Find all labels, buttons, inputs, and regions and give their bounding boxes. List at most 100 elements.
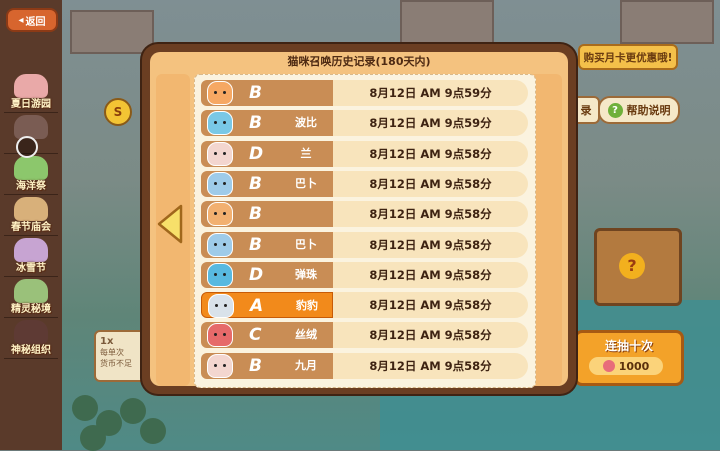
cat-cell: D兰: [201, 140, 333, 167]
summon-time: 8月12日 AM 9点58分: [333, 261, 528, 288]
sidebar-item-label: 精灵秘境: [11, 304, 51, 315]
sidebar-item-spirit-realm[interactable]: 精灵秘境: [4, 277, 58, 318]
ten-draw-label: 连抽十次: [604, 339, 653, 353]
tree: [72, 395, 98, 421]
help-label: 帮助说明: [626, 104, 671, 117]
floating-touch-icon[interactable]: [16, 136, 38, 158]
previous-page-arrow-icon[interactable]: [157, 204, 183, 244]
tree: [80, 425, 106, 451]
summon-time: 8月12日 AM 9点58分: [333, 352, 528, 379]
dialog-title: 猫咪召唤历史记录(180天内): [287, 55, 431, 68]
single-draw-note-line1: 每单次: [100, 348, 124, 357]
summon-time: 8月12日 AM 9点58分: [333, 322, 528, 349]
tree: [140, 418, 166, 444]
summon-time: 8月12日 AM 9点58分: [333, 170, 528, 197]
cat-avatar-icon: [208, 294, 234, 319]
cat-cell: D 弹珠: [201, 261, 333, 288]
rarity-grade: B: [249, 173, 262, 194]
building: [70, 10, 154, 54]
currency-icon: [602, 360, 615, 372]
cat-name: 兰: [300, 146, 312, 160]
ten-draw-cost-value: 1000: [618, 359, 650, 373]
record-button-peek[interactable]: 录: [572, 96, 600, 124]
ten-draw-cost: 1000: [589, 357, 663, 375]
cat-name: 巴卜: [295, 237, 317, 251]
cat-avatar-icon: [207, 262, 233, 287]
cat-name: 巴卜: [295, 176, 317, 190]
rarity-grade: B: [249, 204, 262, 225]
history-list[interactable]: B 8月12日 AM 9点59分 B 波比 8月12日 AM 9点59分 D 兰 8月12日 …: [194, 74, 536, 388]
cat-avatar-icon: [207, 323, 233, 348]
mystery-box-icon: ?: [594, 228, 682, 306]
rarity-grade: A: [250, 296, 264, 317]
dialog-body: 猫咪召唤历史记录(180天内) B 8月12日 AM 9点59分 B 波比 8月12日 …: [150, 52, 568, 388]
cat-cell: B 巴卜: [201, 231, 333, 258]
back-button[interactable]: ◂ 返回: [6, 8, 58, 32]
single-draw-note[interactable]: 1x 每单次 货币不足: [94, 330, 146, 382]
history-row: B 巴卜 8月12日 AM 9点58分: [201, 231, 528, 258]
history-row: B 8月12日 AM 9点58分: [201, 201, 528, 228]
sidebar-item-label: 冰雪节: [16, 263, 46, 274]
summon-time: 8月12日 AM 9点58分: [333, 140, 528, 167]
history-row: B 波比 8月12日 AM 9点59分: [201, 110, 528, 137]
cat-cell: B 波比: [201, 110, 333, 137]
tree: [120, 398, 146, 424]
history-row: B 8月12日 AM 9点59分: [201, 80, 528, 106]
summon-time: 8月12日 AM 9点59分: [333, 110, 528, 137]
cat-name: 豹豹: [296, 299, 318, 313]
summon-time: 8月12日 AM 9点58分: [333, 201, 528, 228]
sidebar-item-label: 春节庙会: [11, 222, 51, 233]
cat-cell: B: [201, 201, 333, 228]
sidebar-item-ocean-festival[interactable]: 海洋祭: [4, 154, 58, 195]
event-cat-icon: [14, 115, 48, 139]
back-arrow-icon: ◂: [18, 14, 24, 26]
history-row: C 丝绒 8月12日 AM 9点58分: [201, 322, 528, 349]
building: [620, 0, 714, 44]
history-row: A 豹豹 8月12日 AM 9点58分: [201, 292, 528, 319]
history-row: D 兰 8月12日 AM 9点58分: [201, 140, 528, 167]
cat-name: 弹珠: [295, 267, 317, 281]
cat-avatar-icon: [207, 353, 233, 378]
history-row: D 弹珠 8月12日 AM 9点58分: [201, 261, 528, 288]
ten-draw-button[interactable]: 连抽十次 1000: [574, 330, 684, 386]
summon-history-dialog: 猫咪召唤历史记录(180天内) B 8月12日 AM 9点59分 B 波比 8月12日 …: [142, 44, 576, 394]
help-button[interactable]: ? 帮助说明: [598, 96, 680, 124]
sidebar-item-label: 神秘组织: [11, 345, 51, 356]
sidebar-item-label: 夏日游园: [11, 99, 51, 110]
rarity-grade: B: [249, 355, 262, 376]
cat-cell: B 巴卜: [201, 170, 333, 197]
history-row: B 九月 8月12日 AM 9点58分: [201, 352, 528, 379]
building: [400, 0, 494, 44]
single-draw-note-line2: 货币不足: [100, 359, 132, 368]
sidebar-item-spring-fair[interactable]: 春节庙会: [4, 195, 58, 236]
cat-name: [281, 201, 331, 227]
cat-avatar-icon: [207, 111, 233, 136]
cat-name: [281, 80, 331, 106]
sidebar-item-summer-garden[interactable]: 夏日游园: [4, 72, 58, 113]
monthly-card-promo[interactable]: 购买月卡更优惠哦!: [578, 44, 678, 70]
rarity-grade: D: [249, 264, 264, 285]
sidebar-item-mystery-org[interactable]: 神秘组织: [4, 318, 58, 359]
cat-avatar-icon: [207, 81, 233, 105]
single-draw-count: 1x: [100, 336, 114, 347]
sidebar-item-ice-festival[interactable]: 冰雪节: [4, 236, 58, 277]
cat-avatar-icon: [207, 141, 233, 166]
cat-avatar-icon: [207, 232, 233, 257]
cat-name: 丝绒: [295, 328, 317, 342]
cat-name: 九月: [295, 358, 317, 372]
cat-name: 波比: [295, 116, 317, 130]
back-button-label: 返回: [25, 16, 46, 28]
rarity-grade: B: [249, 113, 262, 134]
summon-time: 8月12日 AM 9点58分: [333, 231, 528, 258]
rarity-grade: B: [249, 234, 262, 255]
cat-cell: C 丝绒: [201, 322, 333, 349]
event-sidebar: ◂ 返回 夏日游园 海洋祭 春节庙会 冰雪节 精灵秘境 神秘组织: [0, 0, 62, 450]
question-icon: ?: [607, 102, 623, 118]
rarity-grade: D: [249, 143, 264, 164]
rarity-grade: C: [249, 325, 262, 346]
question-mark-icon: ?: [619, 253, 645, 279]
cat-cell: B: [201, 80, 333, 106]
history-row: B 巴卜 8月12日 AM 9点58分: [201, 170, 528, 197]
rarity-grade: B: [249, 83, 262, 103]
coin-s-icon: S: [104, 98, 132, 126]
